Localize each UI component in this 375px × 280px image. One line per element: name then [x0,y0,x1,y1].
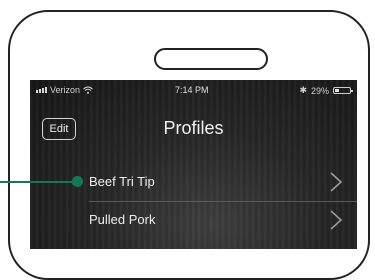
profile-row-pulled-pork[interactable]: Pulled Pork [60,201,357,239]
carrier-name: Verizon [50,85,81,95]
battery-group: ✱ 29% [299,85,353,96]
page-title: Profiles [163,118,224,138]
status-time: 7:14 PM [175,85,209,95]
app-screen: Verizon 7:14 PM ✱ 29% Edit Profiles Beef… [30,80,357,249]
wifi-icon [83,86,93,94]
status-bar: Verizon 7:14 PM ✱ 29% [30,80,357,100]
cellular-signal-icon [36,87,47,93]
chevron-right-icon [330,172,343,192]
battery-icon [333,87,353,94]
callout-dot [72,176,83,187]
battery-percent: 29% [310,85,329,96]
phone-speaker [154,48,268,70]
signal-group: Verizon [36,85,93,95]
bluetooth-icon: ✱ [299,85,307,95]
profile-label: Pulled Pork [89,212,156,227]
callout-line [0,181,78,183]
chevron-right-icon [330,210,343,230]
profile-row-beef-tri-tip[interactable]: Beef Tri Tip [60,163,357,201]
profile-label: Beef Tri Tip [89,174,155,189]
